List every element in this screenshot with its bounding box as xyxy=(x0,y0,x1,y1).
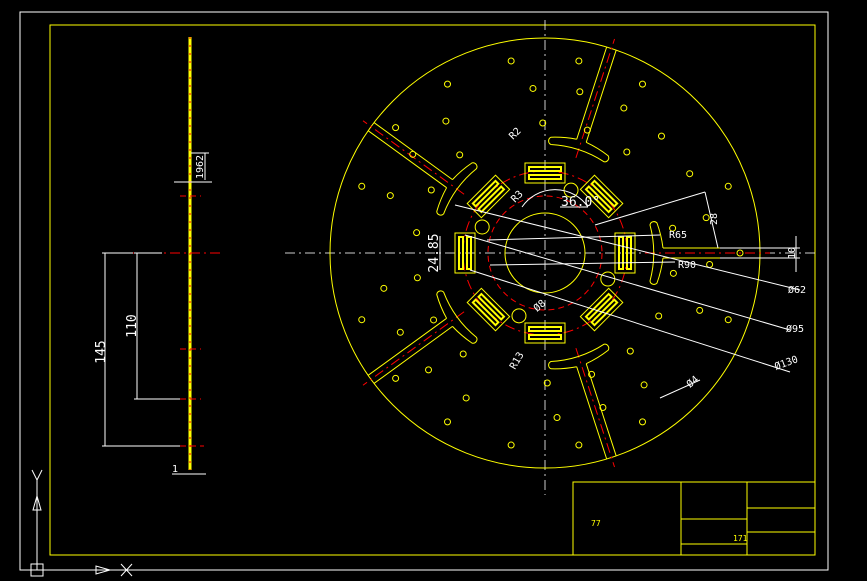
dim-110: 110 xyxy=(125,314,140,337)
dim-145: 145 xyxy=(94,340,109,363)
dim-10: 10 xyxy=(787,247,798,259)
background xyxy=(0,0,867,581)
title-cell-77: 77 xyxy=(591,519,601,528)
title-cell-171: 171 xyxy=(733,534,748,543)
dim-d62: Ø62 xyxy=(788,284,806,296)
dim-r65: R65 xyxy=(669,230,687,241)
dim-d95: Ø95 xyxy=(786,323,804,335)
dim-1962: 1962 xyxy=(195,155,206,179)
dim-thickness-1: 1 xyxy=(172,464,178,475)
dim-24-85: 24.85 xyxy=(427,233,442,272)
dim-28: 28 xyxy=(709,213,720,225)
dim-r90: R90 xyxy=(678,260,696,271)
cad-drawing-canvas[interactable]: 145 110 1962 1 R2 R3 36.0° 24.85 R65 R90… xyxy=(0,0,867,581)
dim-angle-36: 36.0° xyxy=(561,195,600,210)
